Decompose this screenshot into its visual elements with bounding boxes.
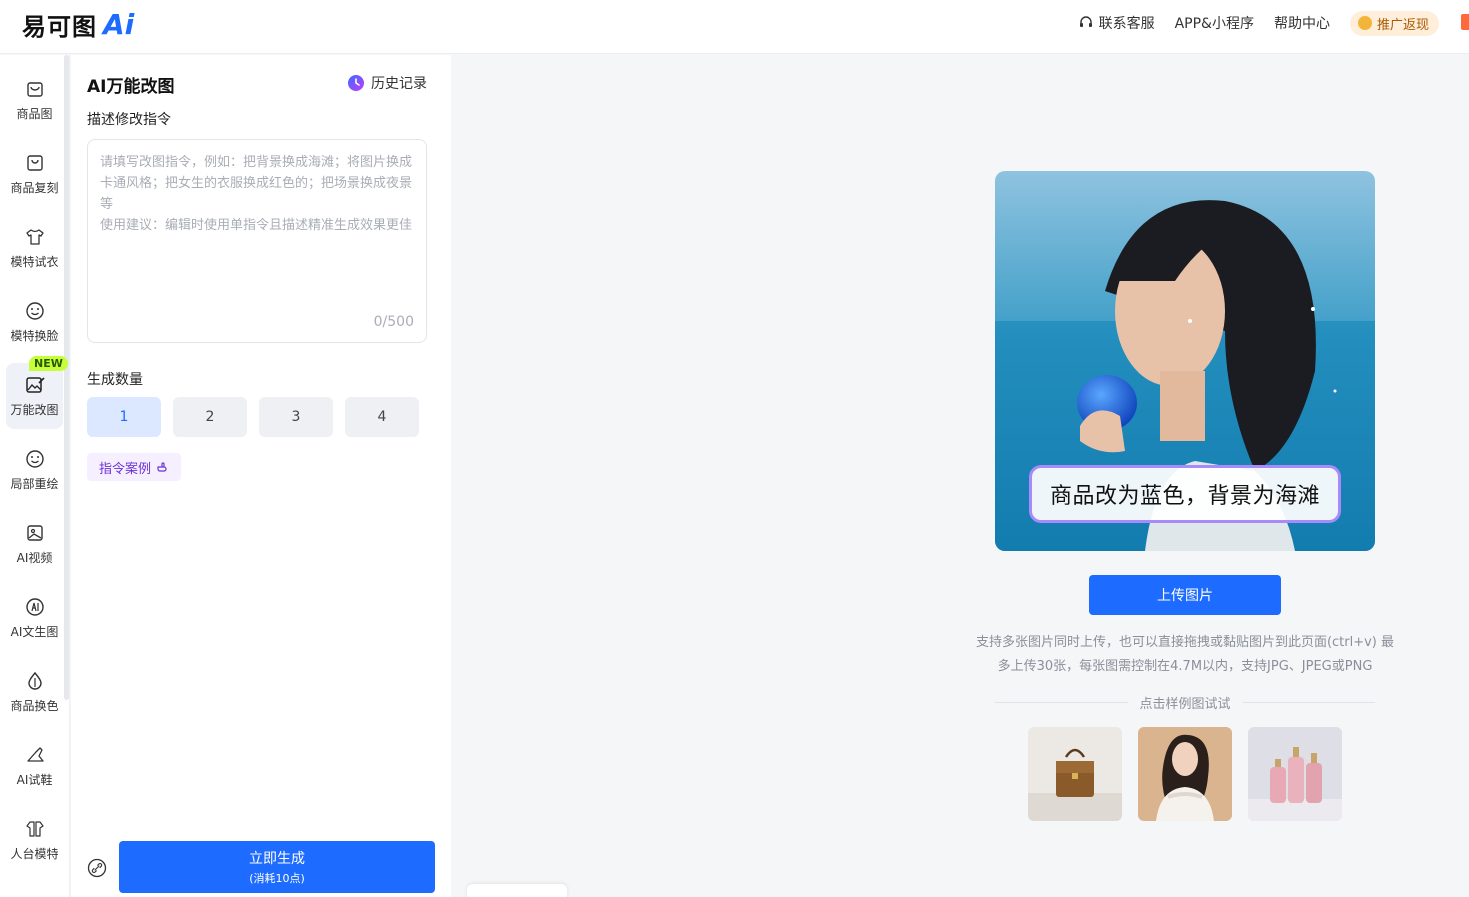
prompt-box: 0/500: [87, 139, 427, 343]
rail-scrollbar[interactable]: [64, 55, 69, 700]
rail-item-mannequin-model[interactable]: 人台模特: [6, 807, 63, 873]
model-portrait-illustration: [1138, 727, 1232, 821]
generate-label: 立即生成: [249, 851, 305, 867]
rail-item-product-replicate[interactable]: 商品复刻: [6, 141, 63, 207]
color-drop-icon: [27, 671, 42, 690]
history-button[interactable]: 历史记录: [347, 73, 427, 93]
nav-promo-button[interactable]: 推广返现: [1349, 10, 1439, 36]
sample-image-bottles[interactable]: [1248, 727, 1342, 821]
sample-images: [1028, 727, 1358, 821]
prompt-examples-label: 指令案例: [99, 461, 152, 477]
logo-text: 易可图: [22, 12, 97, 41]
top-nav: 联系客服 APP&小程序 帮助中心 推广返现: [1079, 10, 1439, 36]
coin-icon: [1357, 16, 1372, 30]
panel-title: AI万能改图: [87, 77, 175, 97]
mannequin-icon: [25, 821, 44, 837]
count-option-2[interactable]: 2: [173, 397, 247, 437]
rail-label: 局部重绘: [10, 477, 59, 491]
count-option-4[interactable]: 4: [345, 397, 419, 437]
nav-app-label: APP&小程序: [1174, 16, 1254, 32]
bag-copy-icon: [26, 155, 43, 171]
char-counter: 0/500: [373, 314, 414, 330]
high-heel-icon: [26, 747, 44, 762]
prompt-examples-button[interactable]: 指令案例: [87, 453, 182, 481]
rail-label: 商品换色: [10, 699, 59, 713]
image-edit-icon: [25, 377, 45, 393]
prompt-label: 描述修改指令: [87, 112, 171, 128]
pointing-hand-icon: [157, 462, 167, 472]
rail-label: 模特试衣: [10, 255, 59, 269]
new-badge: NEW: [29, 356, 68, 371]
generate-button[interactable]: 立即生成 (消耗10点): [119, 841, 435, 893]
rail-item-local-repaint[interactable]: 局部重绘: [6, 437, 63, 503]
nav-help-label: 帮助中心: [1273, 16, 1330, 32]
nav-customer-service[interactable]: 联系客服: [1079, 13, 1155, 33]
rail-item-model-tryon[interactable]: 模特试衣: [6, 215, 63, 281]
sample-title: 点击样例图试试: [1139, 696, 1231, 712]
ai-circle-icon: [25, 598, 44, 616]
upload-hint: 支持多张图片同时上传，也可以直接拖拽或黏贴图片到此页面(ctrl+v) 最 多上…: [957, 631, 1413, 679]
rail-label: 商品图: [16, 107, 53, 121]
rail-item-universal-edit[interactable]: 万能改图: [6, 363, 63, 429]
upload-area[interactable]: 商品改为蓝色，背景为海滩 上传图片 支持多张图片同时上传，也可以直接拖拽或黏贴图…: [452, 55, 1469, 897]
hero-caption: 商品改为蓝色，背景为海滩: [1029, 465, 1341, 523]
nav-promo-label: 推广返现: [1376, 17, 1429, 33]
count-option-1[interactable]: 1: [87, 397, 161, 437]
brand-logo[interactable]: 易可图 Ai: [22, 7, 135, 41]
upload-hint-line-1: 支持多张图片同时上传，也可以直接拖拽或黏贴图片到此页面(ctrl+v) 最: [975, 635, 1395, 650]
tshirt-icon: [25, 229, 44, 245]
upload-hint-line-2: 多上传30张，每张图需控制在4.7M以内，支持JPG、JPEG或PNG: [997, 659, 1373, 674]
nav-app[interactable]: APP&小程序: [1175, 13, 1254, 33]
upload-image-button[interactable]: 上传图片: [1089, 575, 1281, 615]
handbag-illustration: [1028, 727, 1122, 821]
top-header: 易可图 Ai 联系客服 APP&小程序 帮助中心 推广返现: [0, 0, 1469, 54]
rail-label: 人台模特: [10, 847, 59, 861]
video-icon: [26, 525, 43, 541]
tool-rail: 商品图 商品复刻 模特试衣 模特换脸 万能改图 NEW 局部重绘 AI视频 AI…: [0, 55, 70, 897]
smiley-face-icon: [25, 302, 44, 320]
generate-cost: (消耗10点): [249, 872, 305, 885]
rail-item-ai-video[interactable]: AI视频: [6, 511, 63, 577]
rail-label: 商品复刻: [10, 181, 59, 195]
history-label: 历史记录: [371, 76, 427, 92]
floating-bottom-tab[interactable]: [467, 884, 567, 897]
edit-control-panel: AI万能改图 历史记录 描述修改指令 0/500 生成数量 1 2 3 4 指令…: [71, 55, 451, 897]
rail-item-face-swap[interactable]: 模特换脸: [6, 289, 63, 355]
logo-ai-mark: Ai: [103, 7, 135, 41]
rail-item-ai-text-to-image[interactable]: AI文生图: [6, 585, 63, 651]
rail-label: AI试鞋: [16, 773, 53, 787]
nav-customer-service-label: 联系客服: [1098, 16, 1155, 32]
repaint-face-icon: [25, 450, 44, 468]
sample-image-model[interactable]: [1138, 727, 1232, 821]
rail-item-product-recolor[interactable]: 商品换色: [6, 659, 63, 725]
rail-label: AI视频: [16, 551, 53, 565]
hero-example-image: 商品改为蓝色，背景为海滩: [995, 171, 1375, 551]
sample-image-handbag[interactable]: [1028, 727, 1122, 821]
rail-item-product-image[interactable]: 商品图: [6, 67, 63, 133]
count-option-3[interactable]: 3: [259, 397, 333, 437]
divider-line: [1242, 701, 1376, 703]
rail-label: AI文生图: [10, 625, 59, 639]
rail-item-ai-shoe-tryon[interactable]: AI试鞋: [6, 733, 63, 799]
rail-label: 万能改图: [10, 403, 59, 417]
sample-divider: 点击样例图试试: [995, 692, 1376, 712]
nav-help[interactable]: 帮助中心: [1274, 13, 1330, 33]
gift-icon[interactable]: [1461, 14, 1469, 30]
link-icon[interactable]: [87, 858, 107, 878]
count-label: 生成数量: [87, 372, 143, 388]
perfume-bottles-illustration: [1248, 727, 1342, 821]
shopping-bag-icon: [26, 82, 43, 97]
history-clock-icon: [348, 75, 364, 91]
rail-label: 模特换脸: [10, 329, 59, 343]
prompt-input[interactable]: [88, 140, 426, 310]
count-selector: 1 2 3 4: [87, 397, 431, 437]
headset-icon: [1079, 16, 1092, 27]
divider-line: [995, 701, 1128, 703]
